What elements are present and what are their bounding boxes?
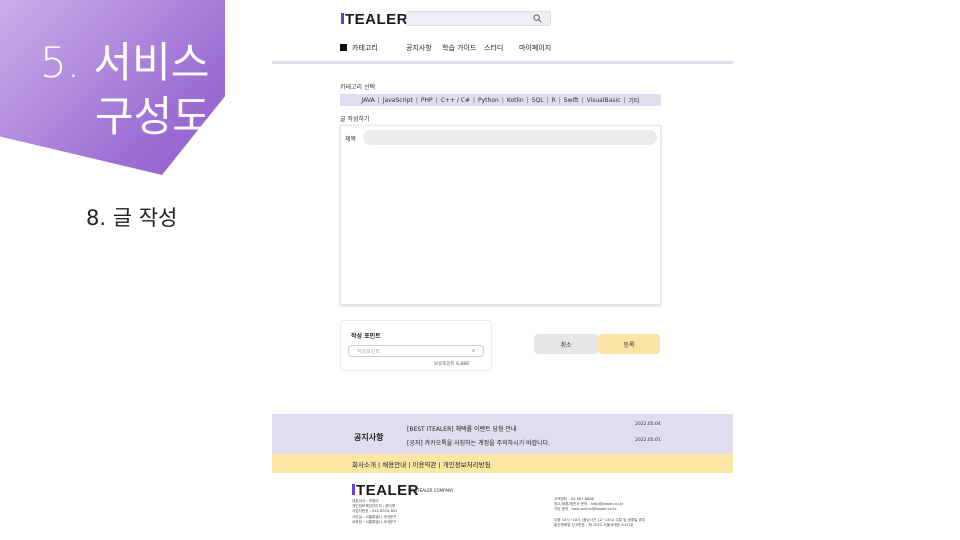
company-name: (주) ITEALER COMPANY bbox=[408, 488, 454, 493]
category-label: 카테고리 선택 bbox=[340, 84, 376, 91]
category-item[interactable]: JavaScript bbox=[380, 97, 416, 104]
header-divider bbox=[272, 61, 733, 64]
clear-icon[interactable]: x bbox=[472, 348, 475, 354]
slide-title-line2: 구성도 bbox=[95, 92, 211, 141]
notice-date: 2022.05.04 bbox=[635, 422, 661, 427]
category-bar: JAVA | JavaScript | PHP | C++ / C# | Python |… bbox=[340, 94, 661, 106]
cancel-button[interactable]: 취소 bbox=[534, 334, 598, 354]
slide-title-line1: 5. 서비스 bbox=[40, 38, 210, 87]
footer-links[interactable]: 회사소개 | 채용안내 | 이용약관 | 개인정보처리방침 bbox=[272, 454, 733, 473]
info-line: 통신판매업 신고번호 : 제 2022-서울서대문-2041호 bbox=[554, 523, 634, 528]
nav-item-guide[interactable]: 학습 가이드 bbox=[442, 43, 476, 53]
notice-item[interactable]: [공지] 카카오톡을 사칭하는 계정을 주의하시기 바랍니다. bbox=[407, 438, 550, 447]
footer-company-info: 대표이사 : 조명아 개인정보책임관리자 : 윤다영 사업자번호 : 542-8… bbox=[352, 499, 398, 525]
category-item[interactable]: C++ / C# bbox=[438, 97, 473, 104]
header-logo[interactable]: TEALER bbox=[341, 11, 408, 28]
point-panel: 작성 포인트 작성포인트 x 보유포인트 6,888 bbox=[340, 320, 492, 371]
category-item[interactable]: JAVA bbox=[359, 97, 378, 104]
notice-section bbox=[272, 414, 733, 454]
slide-title: 5. 서비스 구성도 bbox=[40, 36, 211, 144]
post-editor[interactable]: 제목 bbox=[340, 125, 661, 305]
category-item[interactable]: R bbox=[549, 97, 559, 104]
category-item[interactable]: PHP bbox=[418, 97, 436, 104]
write-label: 글 작성하기 bbox=[340, 116, 370, 123]
submit-button[interactable]: 등록 bbox=[598, 334, 660, 354]
search-input[interactable] bbox=[406, 11, 551, 26]
point-placeholder: 작성포인트 bbox=[357, 349, 381, 355]
point-input[interactable]: 작성포인트 x bbox=[348, 345, 484, 357]
search-icon[interactable] bbox=[533, 14, 542, 23]
category-item[interactable]: Python bbox=[475, 97, 502, 104]
footer-contact-info: 고객센터 : 02-587-8888 광고/제휴/제안서 문의 : help@i… bbox=[554, 497, 645, 528]
notice-item[interactable]: [BEST ITEALER] 채택률 이벤트 당첨 안내 bbox=[407, 424, 516, 433]
page-mockup: TEALER 카테고리 공지사항 학습 가이드 스터디 마이페이지 카테고리 선… bbox=[272, 0, 733, 540]
logo-bar bbox=[352, 484, 355, 495]
nav-item-category[interactable]: 카테고리 bbox=[352, 43, 378, 53]
nav-item-mypage[interactable]: 마이페이지 bbox=[519, 43, 551, 53]
category-item[interactable]: VisualBasic bbox=[584, 97, 624, 104]
header-logo-text: TEALER bbox=[345, 11, 408, 28]
logo-bar bbox=[341, 13, 344, 24]
title-label: 제목 bbox=[345, 136, 357, 143]
point-title: 작성 포인트 bbox=[351, 333, 381, 340]
notice-date: 2022.05.01 bbox=[635, 438, 661, 443]
nav-item-notice[interactable]: 공지사항 bbox=[406, 43, 432, 53]
category-item[interactable]: 기타 bbox=[625, 96, 642, 105]
info-line: 교육장 : 서울특별시 서대문구 bbox=[352, 519, 397, 524]
slide-subtitle: 8. 글 작성 bbox=[86, 206, 178, 230]
info-line: 사업자번호 : 542-8524-852 bbox=[352, 509, 398, 514]
menu-icon[interactable] bbox=[340, 44, 347, 51]
category-item[interactable]: SQL bbox=[529, 97, 547, 104]
nav-item-study[interactable]: 스터디 bbox=[484, 43, 503, 53]
notice-label: 공지사항 bbox=[354, 433, 384, 442]
owned-points: 보유포인트 6,888 bbox=[434, 362, 470, 367]
category-item[interactable]: Swift bbox=[561, 97, 582, 104]
category-item[interactable]: Kotlin bbox=[504, 97, 527, 104]
title-input[interactable] bbox=[363, 130, 657, 145]
